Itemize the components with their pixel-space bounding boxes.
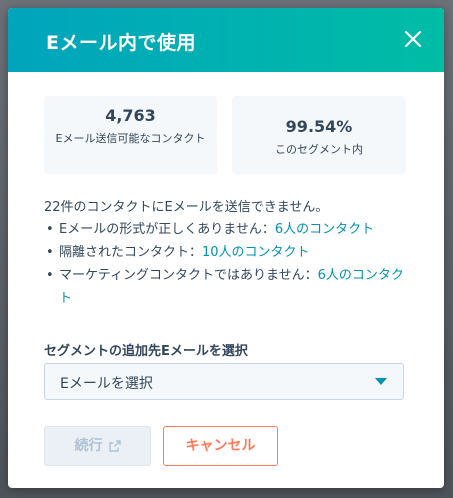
continue-label: 続行 [74,438,103,454]
emailable-contacts-stat: 4,763 Eメール送信可能なコンタクト [44,96,217,174]
stats-row: 4,763 Eメール送信可能なコンタクト 99.54% このセグメント内 [44,96,406,174]
continue-button[interactable]: 続行 [44,426,151,466]
bullet: • [46,268,54,283]
invalid-format-contacts-link[interactable]: 6人のコンタクト [275,222,374,237]
reason-text: マーケティングコンタクトではありません： [59,268,318,283]
reason-text: Eメールの形式が正しくありません： [59,222,275,237]
close-icon [404,30,422,48]
reason-text: 隔離されたコンタクト： [59,245,203,260]
stat-label: このセグメント内 [275,143,363,156]
stat-value: 99.54% [285,117,353,136]
caret-down-icon [375,378,387,385]
segment-percent-stat: 99.54% このセグメント内 [232,96,406,174]
quarantined-contacts-link[interactable]: 10人のコンタクト [202,245,310,260]
external-link-icon [108,440,121,452]
reason-list: • Eメールの形式が正しくありません：6人のコンタクト • 隔離されたコンタクト：1… [44,218,414,310]
select-value: Eメールを選択 [60,376,153,392]
stat-label: Eメール送信可能なコンタクト [55,132,206,145]
bullet: • [46,222,54,237]
warning-intro: 22件のコンタクトにEメールを送信できません。 [44,200,329,215]
email-select-dropdown[interactable]: Eメールを選択 [44,363,404,400]
dialog-header: Eメール内で使用 [8,8,444,72]
stat-value: 4,763 [105,106,156,125]
list-item: • Eメールの形式が正しくありません：6人のコンタクト [44,218,414,241]
list-item: • 隔離されたコンタクト：10人のコンタクト [44,241,414,264]
cancel-button[interactable]: キャンセル [163,426,278,466]
list-item: • マーケティングコンタクトではありません：6人のコンタクト [44,264,414,310]
dialog-title: Eメール内で使用 [46,32,196,54]
unsendable-warning: 22件のコンタクトにEメールを送信できません。 • Eメールの形式が正しくありませ… [44,198,414,310]
bullet: • [46,245,54,260]
use-in-email-dialog: Eメール内で使用 4,763 Eメール送信可能なコンタクト 99.54% このセ… [8,8,444,488]
close-button[interactable] [404,30,422,48]
email-select-label: セグメントの追加先Eメールを選択 [44,344,248,359]
